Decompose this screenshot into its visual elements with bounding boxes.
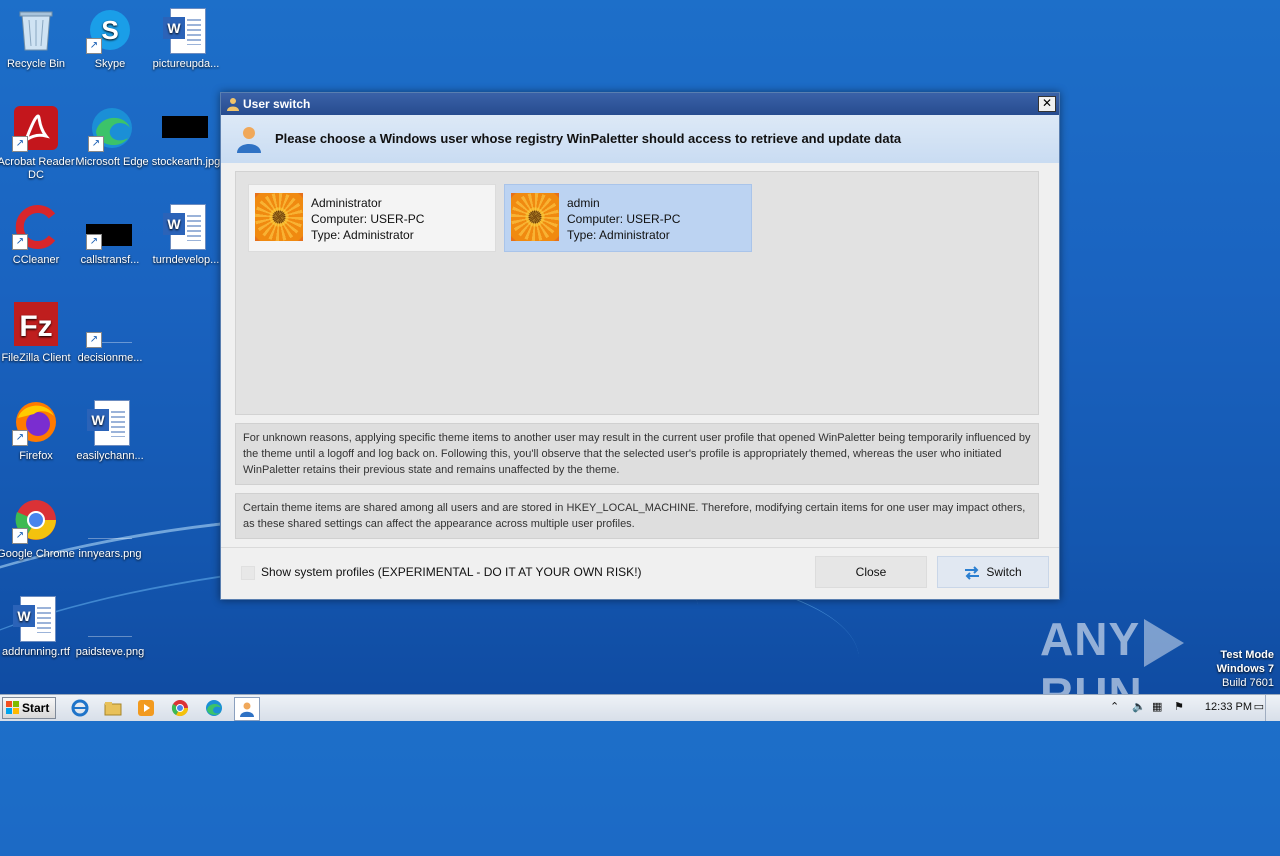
clock[interactable]: 12:33 PM	[1205, 701, 1252, 713]
system-tray: ⌃ 🔈 ▦ ⚑ 12:33 PM ▭	[1100, 695, 1280, 721]
desktop-icon-firefox[interactable]: ↗ Firefox	[0, 398, 76, 463]
filezilla-icon: Fz	[12, 300, 60, 348]
shortcut-arrow-icon: ↗	[12, 234, 28, 250]
windows-flag-icon	[6, 701, 19, 714]
switch-button[interactable]: Switch	[937, 556, 1049, 588]
blank-file-icon	[86, 496, 134, 544]
desktop-icon-skype[interactable]: S ↗ Skype	[70, 6, 150, 71]
user-computer: Computer: USER-PC	[567, 212, 681, 226]
window-title: User switch	[243, 97, 311, 111]
word-doc-icon	[162, 202, 210, 250]
word-doc-icon	[86, 398, 134, 446]
explorer-icon[interactable]	[101, 697, 125, 719]
user-list: Administrator Computer: USER-PC Type: Ad…	[235, 171, 1039, 415]
start-label: Start	[22, 701, 50, 715]
shortcut-arrow-icon: ↗	[12, 136, 28, 152]
svg-text:S: S	[101, 15, 118, 45]
shortcut-arrow-icon: ↗	[86, 332, 102, 348]
dialog-instruction: Please choose a Windows user whose regis…	[275, 131, 902, 146]
chrome-icon[interactable]	[168, 697, 192, 719]
desktop-icon-recycle-bin[interactable]: Recycle Bin	[0, 6, 76, 71]
desktop-icon-innyears[interactable]: innyears.png	[70, 496, 150, 561]
recycle-bin-icon	[12, 6, 60, 54]
svg-text:Fz: Fz	[19, 310, 52, 343]
user-name: Administrator	[311, 196, 382, 210]
show-desktop-button[interactable]	[1265, 695, 1280, 721]
acrobat-icon: ↗	[12, 104, 60, 152]
shortcut-arrow-icon: ↗	[86, 38, 102, 54]
desktop-icon-edge[interactable]: ↗ Microsoft Edge	[72, 104, 152, 169]
desktop-icon-addrunning[interactable]: addrunning.rtf	[0, 594, 76, 659]
blank-file-icon	[86, 594, 134, 642]
desktop-icon-stockearth[interactable]: stockearth.jpg	[146, 104, 226, 169]
desktop-icon-turndevelop[interactable]: turndevelop...	[146, 202, 226, 267]
shortcut-arrow-icon: ↗	[88, 136, 104, 152]
ccleaner-icon: ↗	[12, 202, 60, 250]
shortcut-arrow-icon: ↗	[12, 430, 28, 446]
dialog-footer: Show system profiles (EXPERIMENTAL - DO …	[221, 548, 1059, 599]
firefox-icon: ↗	[12, 398, 60, 446]
word-doc-icon	[162, 6, 210, 54]
switch-button-label: Switch	[986, 565, 1022, 579]
user-icon	[237, 127, 261, 153]
user-switch-dialog: User switch ✕ Please choose a Windows us…	[220, 92, 1060, 600]
os-info: Test Mode Windows 7 Build 7601	[1217, 648, 1274, 690]
desktop-icon-ccleaner[interactable]: ↗ CCleaner	[0, 202, 76, 267]
desktop-icon-callstransf[interactable]: ↗ callstransf...	[70, 202, 150, 267]
info-note-temporary-theme: For unknown reasons, applying specific t…	[235, 423, 1039, 485]
user-avatar	[255, 193, 303, 241]
info-note-shared-settings: Certain theme items are shared among all…	[235, 493, 1039, 539]
volume-icon[interactable]: 🔈	[1132, 700, 1146, 713]
play-icon	[1144, 618, 1185, 667]
network-icon[interactable]: ▦	[1152, 700, 1162, 713]
winpaletter-icon[interactable]	[234, 697, 260, 721]
action-center-flag-icon[interactable]: ⚑	[1174, 700, 1184, 713]
swap-arrows-icon	[965, 566, 980, 580]
desktop-icon-decisionme[interactable]: ↗ decisionme...	[70, 300, 150, 365]
image-thumb-icon	[162, 104, 210, 152]
dialog-header: Please choose a Windows user whose regis…	[221, 115, 1059, 163]
user-card-administrator[interactable]: Administrator Computer: USER-PC Type: Ad…	[248, 184, 496, 252]
show-system-profiles-checkbox[interactable]	[241, 566, 255, 580]
desktop-icon-paidsteve[interactable]: paidsteve.png	[70, 594, 150, 659]
user-computer: Computer: USER-PC	[311, 212, 425, 226]
edge-icon[interactable]	[202, 697, 226, 719]
chrome-icon: ↗	[12, 496, 60, 544]
chevron-up-icon[interactable]: ⌃	[1110, 700, 1119, 713]
skype-icon: S ↗	[86, 6, 134, 54]
build-label: Build 7601	[1222, 677, 1274, 689]
user-card-admin[interactable]: admin Computer: USER-PC Type: Administra…	[504, 184, 752, 252]
start-button[interactable]: Start	[2, 697, 56, 719]
ie-icon[interactable]	[68, 697, 92, 719]
image-thumb-icon: ↗	[86, 202, 134, 250]
shortcut-arrow-icon: ↗	[86, 234, 102, 250]
show-system-profiles-label[interactable]: Show system profiles (EXPERIMENTAL - DO …	[261, 565, 642, 579]
desktop-icon-filezilla[interactable]: Fz FileZilla Client	[0, 300, 76, 365]
user-name: admin	[567, 196, 600, 210]
media-player-icon[interactable]	[134, 697, 158, 719]
desktop-icon-chrome[interactable]: ↗ Google Chrome	[0, 496, 76, 561]
desktop-icon-acrobat[interactable]: ↗ Acrobat Reader DC	[0, 104, 76, 182]
close-button[interactable]: Close	[815, 556, 927, 588]
edge-icon: ↗	[88, 104, 136, 152]
blank-file-icon: ↗	[86, 300, 134, 348]
word-doc-icon	[12, 594, 60, 642]
user-avatar	[511, 193, 559, 241]
keyboard-icon[interactable]: ▭	[1254, 700, 1264, 713]
desktop-icon-easilychann[interactable]: easilychann...	[70, 398, 150, 463]
test-mode-label: Test Mode	[1220, 649, 1274, 661]
title-bar[interactable]: User switch ✕	[221, 93, 1059, 115]
user-type: Type: Administrator	[311, 228, 414, 242]
close-icon[interactable]: ✕	[1038, 96, 1056, 112]
user-type: Type: Administrator	[567, 228, 670, 242]
user-icon	[227, 98, 239, 111]
windows-version-label: Windows 7	[1216, 663, 1274, 675]
shortcut-arrow-icon: ↗	[12, 528, 28, 544]
taskbar: Start ⌃ 🔈 ▦ ⚑ 12:33 PM ▭	[0, 694, 1280, 721]
desktop-icon-pictureupda[interactable]: pictureupda...	[146, 6, 226, 71]
